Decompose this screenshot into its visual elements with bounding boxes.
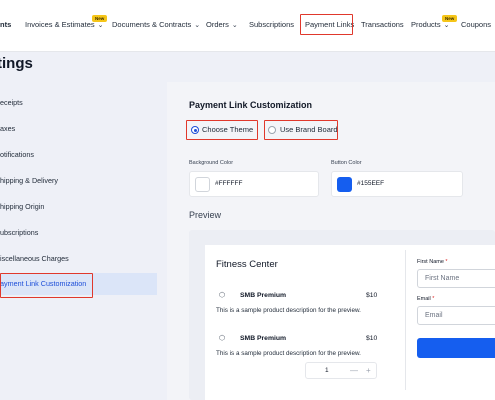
sidebar-item-payment-link-customization[interactable]: ayment Link Customization — [0, 273, 157, 295]
page-header — [0, 52, 495, 82]
button-color-value: #155EEF — [357, 180, 385, 187]
radio-label: Choose Theme — [202, 125, 254, 134]
email-label: Email * — [417, 296, 434, 302]
nav-item-payment-links[interactable]: Payment Links — [305, 20, 354, 29]
nav-item-label: Orders — [206, 20, 229, 29]
product-description: This is a sample product description for… — [216, 350, 361, 357]
nav-item-label: Invoices & Estimates — [25, 20, 95, 29]
radio-unchecked-icon — [268, 126, 276, 134]
nav-item-orders[interactable]: Orders ⌄ — [206, 20, 238, 29]
nav-item-label: Payment Links — [305, 20, 355, 29]
nav-item-label: Subscriptions — [249, 20, 295, 29]
pay-button[interactable]: P — [417, 338, 495, 358]
preview-divider — [405, 250, 406, 390]
nav-item-invoices-estimates[interactable]: Invoices & Estimates ⌄ — [25, 20, 103, 29]
product-price: $10 — [366, 292, 378, 299]
store-name: Fitness Center — [216, 259, 278, 270]
required-marker: * — [432, 296, 435, 302]
top-navigation: nts New Invoices & Estimates ⌄ Documents … — [0, 0, 495, 52]
sidebar-item-miscellaneous-charges[interactable]: iscellaneous Charges — [0, 248, 157, 270]
sidebar-item-subscriptions[interactable]: ubscriptions — [0, 222, 157, 244]
first-name-input[interactable]: First Name — [417, 269, 495, 288]
settings-sidebar: eceipts axes otifications hipping & Deli… — [0, 82, 167, 400]
sidebar-item-shipping-delivery[interactable]: hipping & Delivery — [0, 170, 157, 192]
chevron-down-icon: ⌄ — [97, 22, 104, 29]
background-color-label: Background Color — [189, 160, 234, 166]
product-name: SMB Premium — [240, 292, 287, 299]
sidebar-item-shipping-origin[interactable]: hipping Origin — [0, 196, 157, 218]
product-description: This is a sample product description for… — [216, 307, 361, 314]
background-color-value: #FFFFFF — [215, 180, 243, 187]
nav-item-documents-contracts[interactable]: Documents & Contracts ⌄ — [112, 20, 200, 29]
nav-item-label: Transactions — [361, 20, 404, 29]
nav-item-subscriptions[interactable]: Subscriptions — [249, 20, 294, 29]
sidebar-item-taxes[interactable]: axes — [0, 118, 157, 140]
nav-item-label: Products — [411, 20, 441, 29]
quantity-value: 1 — [325, 367, 329, 374]
nav-item-products[interactable]: Products ⌄ — [411, 20, 449, 29]
minus-icon[interactable]: — — [350, 366, 358, 375]
preview-label: Preview — [189, 210, 222, 220]
box-icon: ⬡ — [218, 292, 226, 299]
radio-label: Use Brand Board — [280, 125, 338, 134]
nav-item-label: nts — [0, 20, 12, 29]
section-title: Payment Link Customization — [189, 100, 313, 110]
background-color-field[interactable]: #FFFFFF — [189, 171, 319, 197]
button-color-swatch[interactable] — [337, 177, 352, 192]
product-price: $10 — [366, 335, 378, 342]
page-title: tings — [0, 55, 33, 72]
email-input[interactable]: Email — [417, 306, 495, 325]
chevron-down-icon: ⌄ — [443, 22, 450, 29]
nav-item-label: Documents & Contracts — [112, 20, 192, 29]
nav-item-coupons[interactable]: Coupons — [461, 20, 491, 29]
label-text: First Name — [417, 259, 444, 265]
email-placeholder: Email — [425, 312, 443, 319]
radio-checked-icon — [191, 126, 199, 134]
sidebar-item-notifications[interactable]: otifications — [0, 144, 157, 166]
label-text: Email — [417, 296, 431, 302]
button-color-label: Button Color — [331, 160, 362, 166]
sidebar-item-receipts[interactable]: eceipts — [0, 92, 157, 114]
product-name: SMB Premium — [240, 335, 287, 342]
background-color-swatch[interactable] — [195, 177, 210, 192]
box-icon: ⬡ — [218, 335, 226, 342]
button-color-field[interactable]: #155EEF — [331, 171, 463, 197]
first-name-label: First Name * — [417, 259, 448, 265]
plus-icon[interactable]: + — [366, 366, 371, 375]
chevron-down-icon: ⌄ — [194, 22, 201, 29]
nav-item-label: Coupons — [461, 20, 492, 29]
first-name-placeholder: First Name — [425, 275, 460, 282]
use-brand-board-radio[interactable]: Use Brand Board — [268, 122, 338, 138]
required-marker: * — [445, 259, 448, 265]
nav-item-transactions[interactable]: Transactions — [361, 20, 404, 29]
nav-item-payments[interactable]: nts — [0, 20, 11, 29]
quantity-stepper[interactable]: 1 — + — [305, 362, 377, 379]
chevron-down-icon: ⌄ — [231, 22, 238, 29]
choose-theme-radio[interactable]: Choose Theme — [191, 122, 253, 138]
